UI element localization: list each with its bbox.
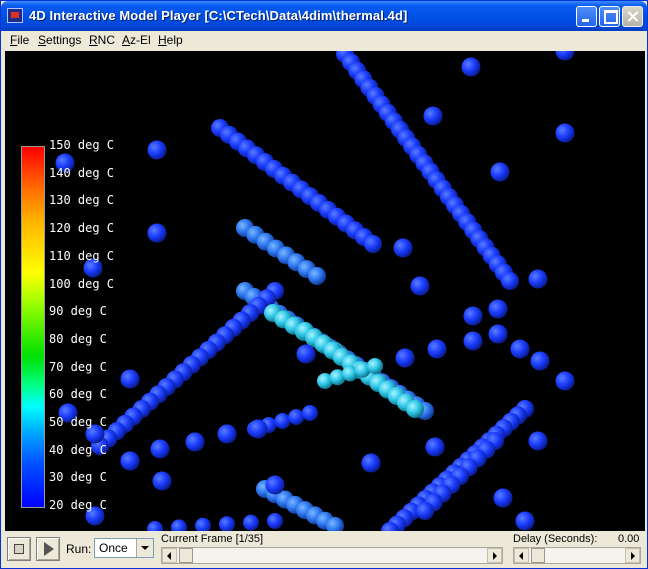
- sphere: [515, 511, 535, 531]
- legend-label: 80 deg C: [49, 331, 107, 346]
- sphere: [528, 431, 548, 451]
- minimize-button[interactable]: [576, 6, 597, 27]
- title-bar[interactable]: 4D Interactive Model Player [C:\CTech\Da…: [1, 1, 647, 31]
- delay-label: Delay (Seconds):: [513, 533, 598, 545]
- sphere: [463, 306, 483, 326]
- sphere: [493, 488, 513, 508]
- maximize-button[interactable]: [599, 6, 620, 27]
- menu-settings[interactable]: Settings: [38, 33, 81, 47]
- app-window: 4D Interactive Model Player [C:\CTech\Da…: [0, 0, 648, 569]
- window-title: 4D Interactive Model Player [C:\CTech\Da…: [29, 8, 408, 23]
- legend-label: 20 deg C: [49, 498, 107, 513]
- sphere: [393, 238, 413, 258]
- legend-label: 50 deg C: [49, 415, 107, 429]
- app-icon[interactable]: [7, 8, 23, 23]
- menu-file[interactable]: File: [10, 33, 29, 47]
- playback-controls: Run: Once Current Frame [1/35] Delay (Se…: [4, 532, 646, 568]
- stop-icon: [14, 544, 24, 554]
- sphere: [423, 106, 443, 126]
- sphere: [395, 348, 415, 368]
- menu-rnc[interactable]: RNC: [89, 33, 115, 47]
- sphere: [267, 513, 283, 529]
- sphere: [425, 437, 445, 457]
- chevron-down-icon[interactable]: [136, 539, 153, 557]
- sphere: [530, 351, 550, 371]
- sphere: [217, 424, 237, 444]
- sphere: [501, 272, 519, 290]
- sphere: [219, 516, 235, 531]
- sphere: [296, 344, 316, 364]
- sphere: [510, 339, 530, 359]
- sphere: [555, 51, 575, 61]
- menu-help[interactable]: Help: [158, 33, 183, 47]
- menu-bar: File Settings RNC Az-El Help: [4, 31, 644, 50]
- sphere: [147, 521, 163, 531]
- legend-label: 120 deg C: [49, 221, 115, 236]
- sphere: [147, 223, 167, 243]
- sphere: [120, 451, 140, 471]
- sphere: [406, 400, 424, 418]
- sphere: [463, 331, 483, 351]
- sphere: [288, 409, 305, 425]
- sphere: [171, 519, 187, 531]
- legend-label: 100 deg C: [49, 276, 115, 291]
- sphere: [416, 502, 434, 520]
- play-button[interactable]: [36, 537, 60, 561]
- play-icon: [44, 542, 54, 556]
- sphere: [364, 235, 382, 253]
- delay-slider-right-arrow[interactable]: [625, 548, 640, 563]
- legend-label: 110 deg C: [49, 248, 115, 263]
- legend-label: 140 deg C: [49, 165, 115, 180]
- sphere: [490, 162, 510, 182]
- run-label: Run:: [66, 542, 92, 556]
- legend-label: 130 deg C: [49, 193, 115, 208]
- close-button[interactable]: [622, 6, 643, 27]
- sphere: [195, 517, 211, 531]
- sphere: [248, 419, 268, 439]
- model-viewport[interactable]: 150 deg C 140 deg C 130 deg C 120 deg C 110 …: [5, 51, 645, 531]
- frame-slider-right-arrow[interactable]: [487, 548, 502, 563]
- sphere: [488, 324, 508, 344]
- run-mode-value: Once: [99, 541, 128, 555]
- sphere: [185, 432, 205, 452]
- sphere: [120, 369, 140, 389]
- sphere: [410, 276, 430, 296]
- sphere: [361, 453, 381, 473]
- sphere: [427, 339, 447, 359]
- sphere-layer: [55, 51, 575, 531]
- run-mode-select[interactable]: Once: [94, 538, 154, 558]
- sphere: [243, 514, 259, 531]
- menu-az-el[interactable]: Az-El: [122, 33, 151, 47]
- current-frame-label: Current Frame [1/35]: [161, 533, 264, 545]
- sphere: [461, 57, 481, 77]
- temperature-legend-bar: [21, 146, 45, 508]
- sphere: [302, 405, 318, 421]
- sphere: [152, 471, 172, 491]
- delay-value: 0.00: [618, 533, 640, 545]
- sphere: [488, 299, 508, 319]
- sphere: [308, 267, 326, 285]
- legend-label: 90 deg C: [49, 304, 107, 319]
- legend-label: 70 deg C: [49, 359, 107, 374]
- frame-slider-left-arrow[interactable]: [162, 548, 177, 563]
- frame-slider[interactable]: [161, 547, 503, 564]
- delay-slider[interactable]: [513, 547, 641, 564]
- stop-button[interactable]: [7, 537, 31, 561]
- sphere: [555, 123, 575, 143]
- legend-label: 30 deg C: [49, 470, 107, 485]
- thermal-model-scene[interactable]: [5, 51, 645, 531]
- sphere: [265, 475, 285, 495]
- frame-slider-thumb[interactable]: [179, 548, 193, 563]
- sphere: [150, 439, 170, 459]
- sphere: [555, 371, 575, 391]
- legend-label: 60 deg C: [49, 387, 107, 402]
- sphere: [147, 140, 167, 160]
- delay-slider-thumb[interactable]: [531, 548, 545, 563]
- delay-slider-left-arrow[interactable]: [514, 548, 529, 563]
- sphere: [528, 269, 548, 289]
- legend-label: 40 deg C: [49, 442, 107, 457]
- legend-label: 150 deg C: [49, 138, 115, 152]
- sphere: [274, 413, 291, 429]
- sphere: [367, 358, 383, 374]
